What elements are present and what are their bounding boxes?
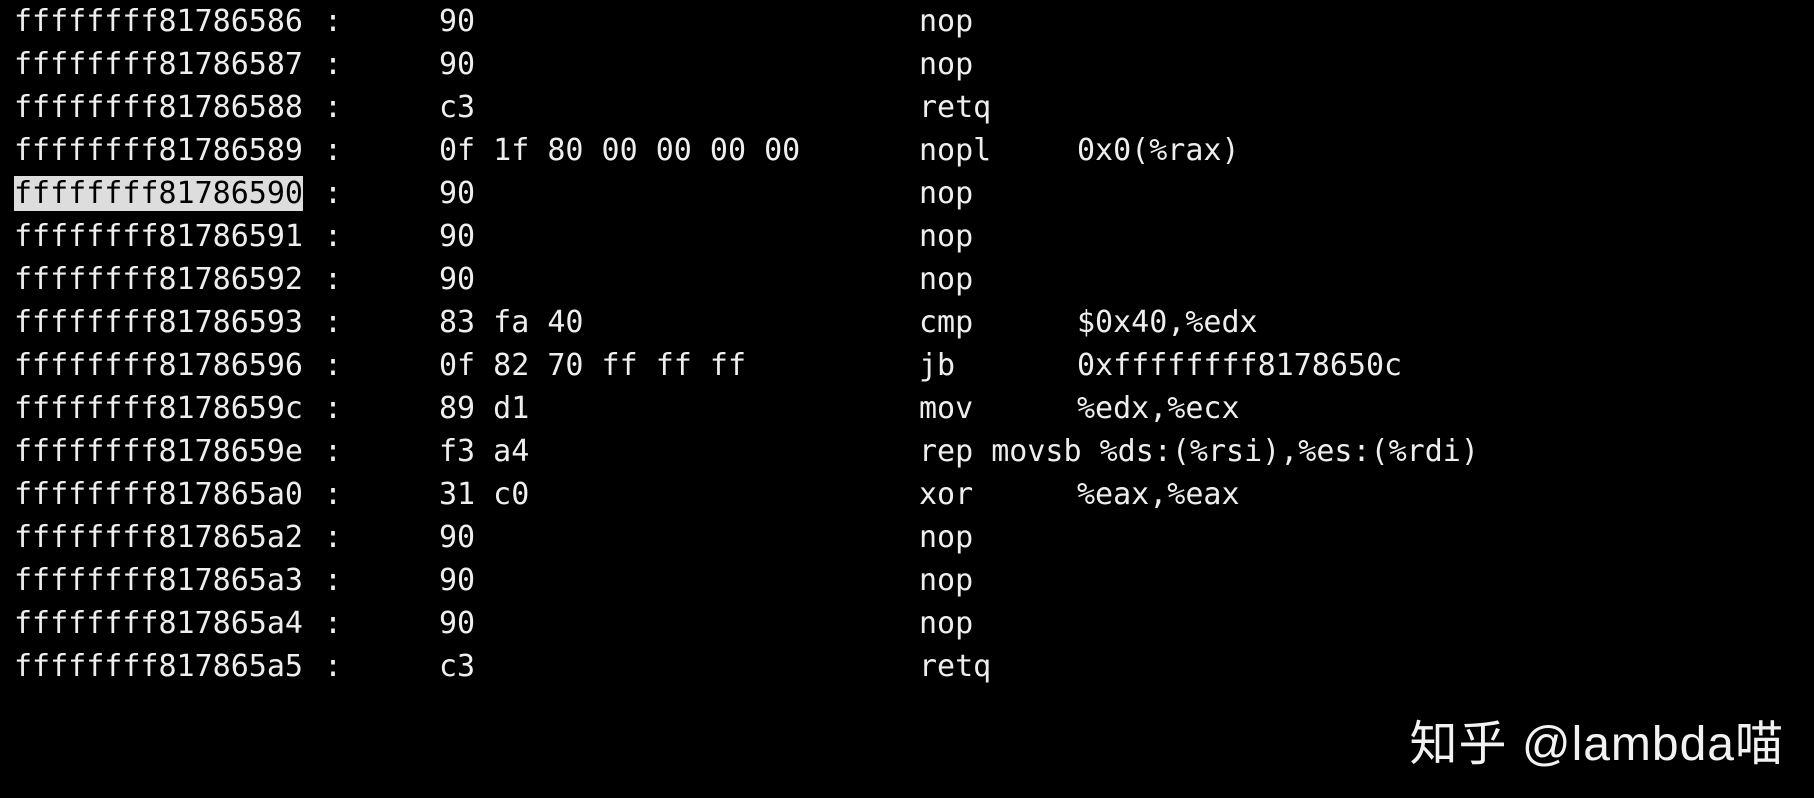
operands: $0x40,%edx [1077,301,1258,344]
mnemonic: cmp [919,301,1077,344]
separator: : [324,387,439,430]
address: ffffffff817865a2 [14,516,324,559]
address: ffffffff81786586 [14,0,324,43]
separator: : [324,473,439,516]
mnemonic: nop [919,559,1077,602]
disassembly-listing: ffffffff81786586:90nopffffffff81786587:9… [0,0,1814,688]
address: ffffffff8178659e [14,430,324,473]
mnemonic: nop [919,602,1077,645]
disasm-row: ffffffff817865a5:c3retq [14,645,1800,688]
disasm-row: ffffffff817865a2:90nop [14,516,1800,559]
address: ffffffff81786590 [14,172,324,215]
separator: : [324,215,439,258]
disasm-row: ffffffff81786588:c3retq [14,86,1800,129]
address: ffffffff81786588 [14,86,324,129]
disasm-row: ffffffff8178659e:f3 a4rep movsb %ds:(%rs… [14,430,1800,473]
disasm-row: ffffffff81786591:90nop [14,215,1800,258]
address: ffffffff8178659c [14,387,324,430]
disasm-row: ffffffff81786589:0f 1f 80 00 00 00 00nop… [14,129,1800,172]
separator: : [324,344,439,387]
separator: : [324,258,439,301]
address: ffffffff81786589 [14,129,324,172]
separator: : [324,430,439,473]
mnemonic: nopl [919,129,1077,172]
mnemonic: nop [919,172,1077,215]
opcode-bytes: 90 [439,43,919,86]
separator: : [324,602,439,645]
operands: %edx,%ecx [1077,387,1240,430]
mnemonic: retq [919,645,1077,688]
opcode-bytes: 89 d1 [439,387,919,430]
separator: : [324,129,439,172]
disasm-row: ffffffff817865a0:31 c0xor%eax,%eax [14,473,1800,516]
mnemonic: xor [919,473,1077,516]
mnemonic: retq [919,86,1077,129]
disasm-row: ffffffff817865a3:90nop [14,559,1800,602]
address: ffffffff817865a3 [14,559,324,602]
opcode-bytes: c3 [439,86,919,129]
opcode-bytes: 90 [439,258,919,301]
mnemonic: mov [919,387,1077,430]
separator: : [324,86,439,129]
separator: : [324,43,439,86]
mnemonic: jb [919,344,1077,387]
opcode-bytes: 90 [439,172,919,215]
mnemonic: nop [919,258,1077,301]
separator: : [324,0,439,43]
operands: %eax,%eax [1077,473,1240,516]
opcode-bytes: 90 [439,516,919,559]
operands: 0x0(%rax) [1077,129,1240,172]
disasm-row: ffffffff81786587:90nop [14,43,1800,86]
mnemonic: rep movsb [919,430,1100,473]
opcode-bytes: 83 fa 40 [439,301,919,344]
address: ffffffff817865a4 [14,602,324,645]
opcode-bytes: 90 [439,0,919,43]
watermark-text: 知乎 @lambda喵 [1410,723,1785,766]
opcode-bytes: 0f 82 70 ff ff ff [439,344,919,387]
disasm-row: ffffffff81786592:90nop [14,258,1800,301]
mnemonic: nop [919,215,1077,258]
mnemonic: nop [919,516,1077,559]
operands: 0xffffffff8178650c [1077,344,1402,387]
separator: : [324,645,439,688]
opcode-bytes: f3 a4 [439,430,919,473]
separator: : [324,172,439,215]
opcode-bytes: 90 [439,559,919,602]
separator: : [324,559,439,602]
separator: : [324,516,439,559]
address: ffffffff81786596 [14,344,324,387]
disasm-row: ffffffff81786596:0f 82 70 ff ff ffjb0xff… [14,344,1800,387]
address: ffffffff817865a0 [14,473,324,516]
separator: : [324,301,439,344]
opcode-bytes: 90 [439,215,919,258]
disasm-row: ffffffff81786593:83 fa 40cmp$0x40,%edx [14,301,1800,344]
opcode-bytes: c3 [439,645,919,688]
operands: %ds:(%rsi),%es:(%rdi) [1100,430,1479,473]
address: ffffffff81786593 [14,301,324,344]
address: ffffffff81786587 [14,43,324,86]
mnemonic: nop [919,43,1077,86]
opcode-bytes: 0f 1f 80 00 00 00 00 [439,129,919,172]
disasm-row: ffffffff817865a4:90nop [14,602,1800,645]
address: ffffffff81786591 [14,215,324,258]
disasm-row: ffffffff81786586:90nop [14,0,1800,43]
address: ffffffff81786592 [14,258,324,301]
disasm-row: ffffffff81786590:90nop [14,172,1800,215]
disasm-row: ffffffff8178659c:89 d1mov%edx,%ecx [14,387,1800,430]
opcode-bytes: 90 [439,602,919,645]
opcode-bytes: 31 c0 [439,473,919,516]
address: ffffffff817865a5 [14,645,324,688]
mnemonic: nop [919,0,1077,43]
